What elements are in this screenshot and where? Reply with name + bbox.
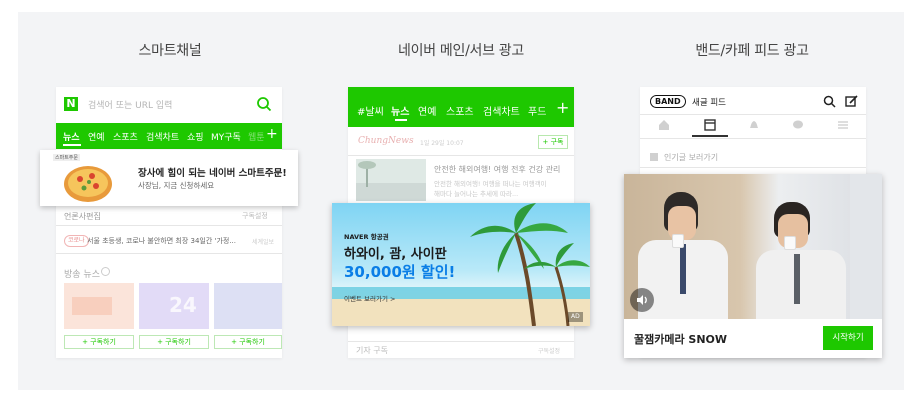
article-body-line: 해마다 늘어나는 추세에 따라... [434, 190, 519, 198]
ad-app-name: 꿀잼카메라 SNOW [634, 333, 728, 346]
divider [56, 225, 282, 226]
subscribe-button[interactable]: + 구독하기 [64, 335, 134, 349]
ad-cta-link[interactable]: 이벤트 보러가기 > [344, 293, 395, 303]
divider [640, 138, 866, 139]
band-header-title: 새글 피드 [692, 98, 726, 108]
person-tie [794, 254, 800, 304]
feed-icon[interactable] [704, 119, 716, 131]
news-source: 세계일보 [252, 239, 275, 246]
article-thumbnail[interactable] [356, 159, 426, 201]
tab-add-icon[interactable]: + [556, 98, 569, 117]
bell-icon[interactable] [748, 119, 760, 131]
divider [56, 253, 282, 254]
reporter-subscribe-label: 기자 구독 [356, 346, 388, 355]
tab-news[interactable]: 뉴스 [63, 130, 80, 143]
section-title-smart-channel: 스마트채널 [138, 43, 202, 59]
article-body-line: 안전한 해외여행! 여행을 떠나는 여행객이 [434, 180, 547, 188]
cup [672, 234, 684, 248]
tab-entertainment[interactable]: 연예 [88, 130, 105, 143]
banner-title: 장사에 힘이 되는 네이버 스마트주문! [138, 168, 287, 179]
menu-icon[interactable] [837, 119, 849, 131]
popular-post-icon [650, 153, 658, 161]
popular-post-link[interactable]: 인기글 보러가기 [664, 152, 718, 163]
subscribe-button[interactable]: + 구독하기 [139, 335, 209, 349]
ad-video-thumbnail[interactable] [624, 174, 882, 319]
compose-icon[interactable] [845, 95, 858, 108]
divider [640, 114, 866, 115]
person-tie [680, 244, 686, 294]
tab-news[interactable]: 뉴스 [391, 103, 409, 118]
home-icon[interactable] [658, 119, 670, 131]
article-title[interactable]: 안전한 해외여행! 여행 전후 건강 관리 [434, 164, 560, 175]
active-tab-indicator [63, 144, 81, 146]
search-input[interactable]: 검색어 또는 URL 입력 [88, 98, 172, 111]
broadcast-thumbnail[interactable]: 24 [139, 283, 209, 329]
broadcast-thumbnail[interactable] [64, 283, 134, 329]
naver-logo-icon: N [64, 97, 78, 111]
cup [784, 236, 796, 250]
section-title-naver-main: 네이버 메인/서브 광고 [398, 43, 524, 59]
smart-channel-tab-bar: 뉴스 연예 스포츠 검색차트 쇼핑 MY구독 웹툰 + [56, 123, 282, 149]
tab-shopping[interactable]: 쇼핑 [187, 130, 204, 143]
subscription-setting-link[interactable]: 구독설정 [242, 211, 268, 221]
tab-webtoon[interactable]: 웹툰 [248, 130, 265, 143]
subscribe-button[interactable]: + 구독하기 [214, 335, 282, 349]
airline-ticket-banner-ad[interactable]: NAVER 항공권 하와이, 괌, 사이판 30,000원 할인! 이벤트 보러… [332, 203, 590, 326]
ad-brand: NAVER 항공권 [344, 233, 389, 241]
search-icon[interactable] [823, 95, 836, 108]
tab-sports[interactable]: 스포츠 [113, 130, 138, 143]
chat-icon[interactable] [792, 119, 804, 131]
broadcast-news-label: 방송 뉴스 [64, 270, 100, 280]
press-subscribe-button[interactable]: + 구독 [538, 135, 568, 149]
smart-order-banner-ad[interactable]: 스마트주문 장사에 힘이 되는 네이버 스마트주문! 사장님, 지금 신청하세요 [40, 150, 298, 206]
tab-food[interactable]: 푸드 [528, 103, 546, 118]
section-title-band-cafe: 밴드/카페 피드 광고 [695, 43, 809, 59]
tab-sports[interactable]: 스포츠 [446, 103, 474, 118]
window [850, 174, 882, 319]
search-bar: N 검색어 또는 URL 입력 [56, 87, 282, 123]
start-button[interactable]: 시작하기 [823, 326, 873, 350]
palm-tree-icon [470, 203, 590, 326]
sound-toggle-icon[interactable] [630, 288, 654, 312]
ad-badge: AD [568, 312, 583, 322]
broadcast-thumbnail[interactable] [214, 283, 282, 329]
person-shirt [756, 250, 846, 319]
press-edit-label: 언론사편집 [64, 212, 101, 221]
tab-add-icon[interactable]: + [266, 126, 278, 142]
divider [640, 167, 866, 168]
ad-title-line2: 30,000원 할인! [344, 263, 456, 281]
ad-title-line1: 하와이, 괌, 사이판 [344, 247, 447, 262]
search-icon[interactable] [256, 96, 272, 112]
news-tag-badge: 코로나 [64, 235, 89, 247]
tab-search-chart[interactable]: 검색차트 [146, 130, 179, 143]
tab-my-subscription[interactable]: MY구독 [211, 130, 241, 143]
banner-subtitle: 사장님, 지금 신청하세요 [138, 181, 215, 190]
tab-search-chart[interactable]: 검색차트 [483, 103, 520, 118]
band-logo: BAND [650, 95, 686, 108]
tab-entertainment[interactable]: 연예 [418, 103, 436, 118]
press-date: 1일 29일 10:07 [420, 140, 464, 147]
divider [348, 341, 574, 342]
reporter-subscribe-setting[interactable]: 구독설정 [538, 346, 560, 355]
news-headline[interactable]: 서울 초등생, 코로나 불안하면 최장 34일간 '가정... [87, 236, 236, 246]
press-logo: ChungNews [358, 136, 414, 146]
naver-main-tab-bar: #날씨 뉴스 연예 스포츠 검색차트 푸드 + [348, 87, 574, 127]
active-nav-indicator [692, 135, 728, 137]
info-icon[interactable] [101, 267, 110, 276]
snow-camera-feed-ad[interactable]: 꿀잼카메라 SNOW 시작하기 [624, 174, 882, 358]
tab-weather[interactable]: #날씨 [357, 103, 384, 118]
divider [348, 155, 574, 156]
pizza-illustration-icon [64, 166, 112, 202]
active-tab-dots [395, 119, 407, 121]
smart-channel-phone: N 검색어 또는 URL 입력 뉴스 연예 스포츠 검색차트 쇼핑 MY구독 웹… [56, 87, 282, 358]
